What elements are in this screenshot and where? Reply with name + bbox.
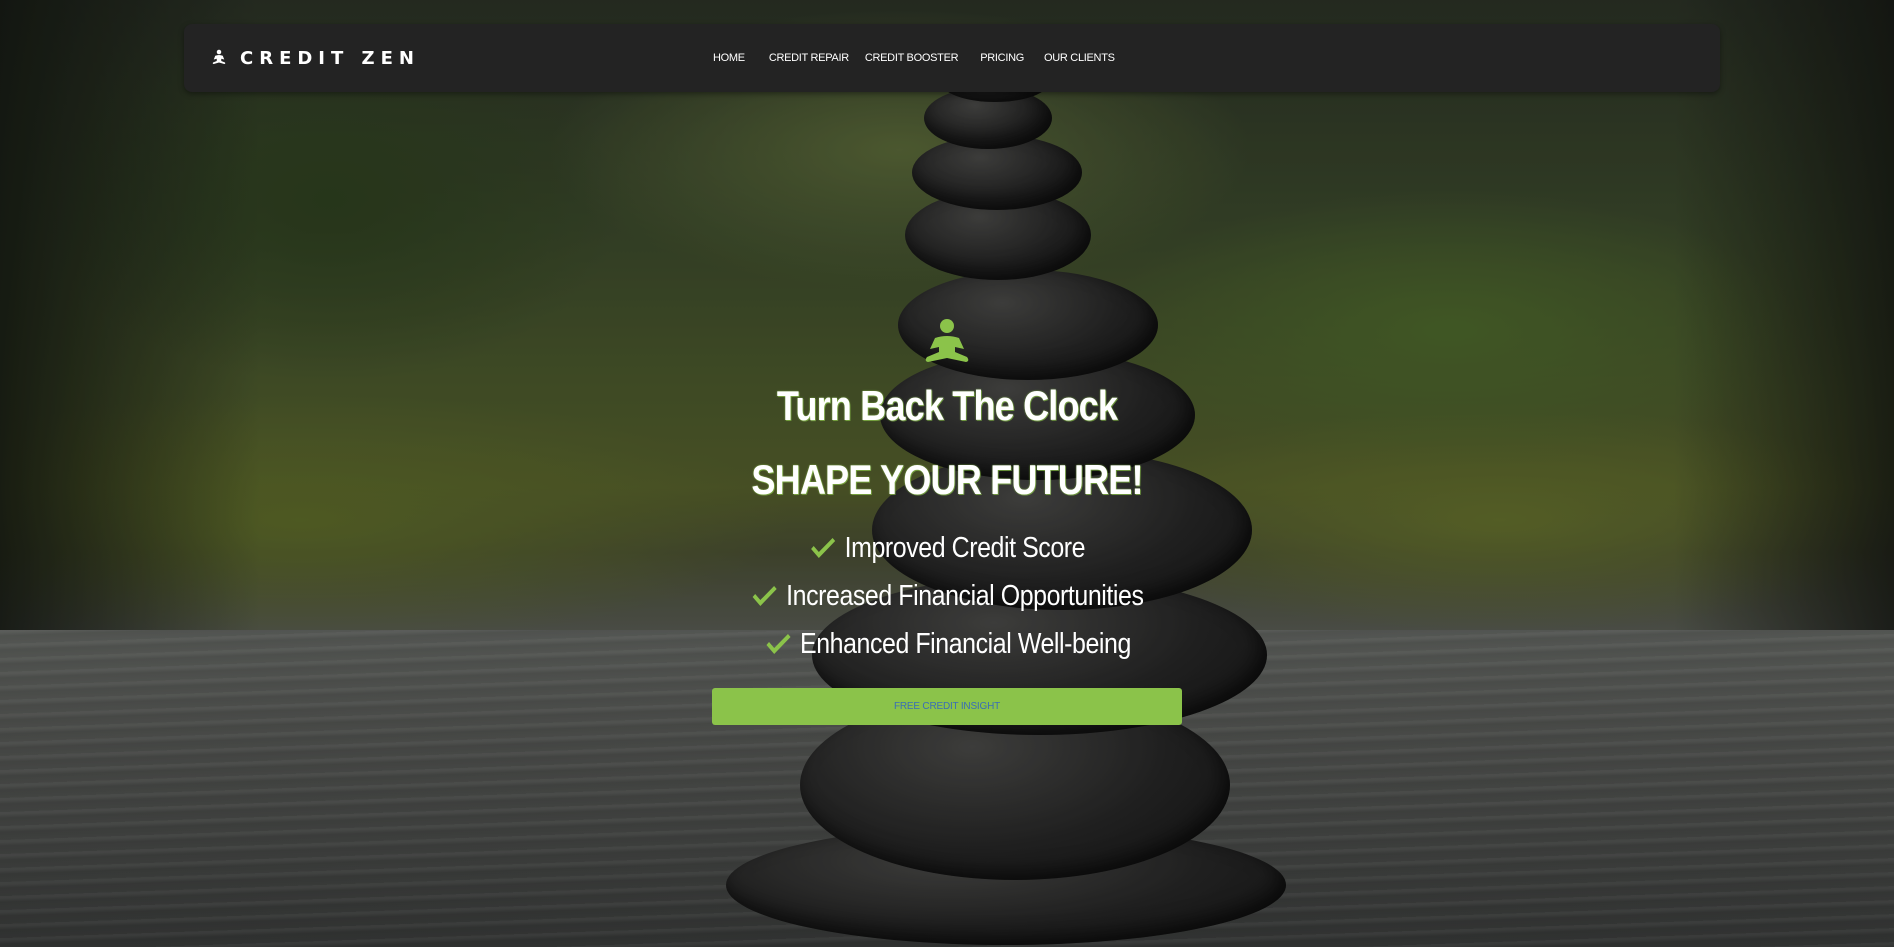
navbar: CREDIT ZEN HOME CREDIT REPAIR CREDIT BOO…: [184, 24, 1720, 92]
meditation-icon: [925, 319, 969, 362]
hero-section: Turn Back The Clock SHAPE YOUR FUTURE! I…: [0, 318, 1894, 725]
benefit-item: Increased Financial Opportunities: [0, 572, 1894, 620]
check-icon: [752, 586, 777, 606]
benefit-text: Increased Financial Opportunities: [786, 579, 1144, 612]
nav-links: HOME CREDIT REPAIR CREDIT BOOSTER PRICIN…: [713, 24, 1115, 92]
brand-logo-link[interactable]: CREDIT ZEN: [210, 24, 420, 92]
benefit-item: Enhanced Financial Well-being: [0, 620, 1894, 668]
hero-title: Turn Back The Clock: [776, 382, 1118, 429]
hero-subtitle: SHAPE YOUR FUTURE!: [751, 456, 1143, 503]
benefits-list: Improved Credit Score Increased Financia…: [0, 524, 1894, 668]
benefit-item: Improved Credit Score: [0, 524, 1894, 572]
page: CREDIT ZEN HOME CREDIT REPAIR CREDIT BOO…: [0, 0, 1894, 947]
check-icon: [811, 538, 836, 558]
benefit-text: Improved Credit Score: [844, 531, 1086, 564]
benefit-text: Enhanced Financial Well-being: [799, 627, 1131, 660]
meditation-icon: [212, 49, 226, 64]
brand-name: CREDIT ZEN: [240, 47, 420, 69]
nav-link-credit-booster[interactable]: CREDIT BOOSTER: [865, 52, 959, 64]
free-credit-insight-button[interactable]: FREE CREDIT INSIGHT: [712, 688, 1182, 725]
check-icon: [766, 634, 791, 654]
nav-link-our-clients[interactable]: OUR CLIENTS: [1044, 52, 1115, 64]
nav-link-home[interactable]: HOME: [713, 52, 745, 64]
nav-link-credit-repair[interactable]: CREDIT REPAIR: [769, 52, 849, 64]
nav-link-pricing[interactable]: PRICING: [980, 52, 1024, 64]
